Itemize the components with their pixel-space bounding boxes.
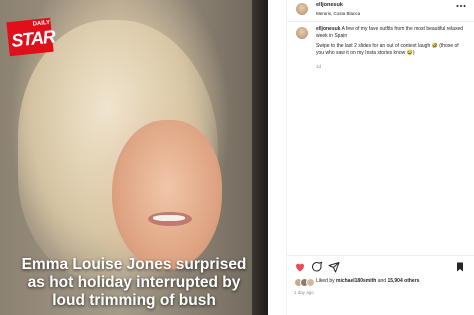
photo-face [112, 120, 222, 270]
post-username[interactable]: elljonesuk [316, 2, 343, 8]
headline-line-2: as hot holiday interrupted by [27, 274, 241, 291]
comment-icon[interactable] [311, 260, 324, 273]
bookmark-icon[interactable] [454, 260, 467, 273]
caption-body-2: Swipe to the last 2 slides for an out of… [316, 43, 459, 56]
article-image: DAILY STAR Emma Louise Jones surprised a… [0, 0, 268, 315]
post-location[interactable]: Meraris, Costa Blanca [316, 11, 360, 16]
liked-by-user[interactable]: michael180smith [336, 278, 376, 284]
heart-icon[interactable] [294, 260, 307, 273]
liked-by-and: and [377, 278, 387, 284]
logo-star: STAR [10, 26, 56, 51]
caption-avatar[interactable] [296, 27, 308, 39]
action-bar [294, 260, 466, 276]
liked-by-text: Liked by michael180smith and 15,904 othe… [316, 278, 419, 284]
liked-by-prefix: Liked by [316, 278, 335, 284]
headline-line-3: loud trimming of bush [52, 292, 216, 309]
avatar[interactable] [296, 3, 308, 15]
photo-teeth [153, 215, 185, 221]
share-icon[interactable] [328, 260, 341, 273]
caption-username[interactable]: elljonesuk [316, 26, 340, 32]
post-time-ago: 1 day ago [294, 290, 314, 295]
actions-divider [286, 255, 474, 256]
liker-avatar[interactable] [306, 278, 315, 287]
headline: Emma Louise Jones surprised as hot holid… [0, 256, 268, 310]
headline-line-1: Emma Louise Jones surprised [21, 256, 247, 273]
header-divider [286, 21, 474, 22]
divider [268, 0, 286, 315]
caption-text: elljonesuk A few of my fave outfits from… [316, 26, 466, 60]
likes-row: Liked by michael180smith and 15,904 othe… [294, 277, 466, 287]
liked-by-count[interactable]: 15,904 others [387, 278, 419, 284]
more-options-icon[interactable] [456, 2, 466, 10]
caption-time: 1d [316, 64, 322, 69]
daily-star-logo: DAILY STAR [6, 17, 56, 57]
